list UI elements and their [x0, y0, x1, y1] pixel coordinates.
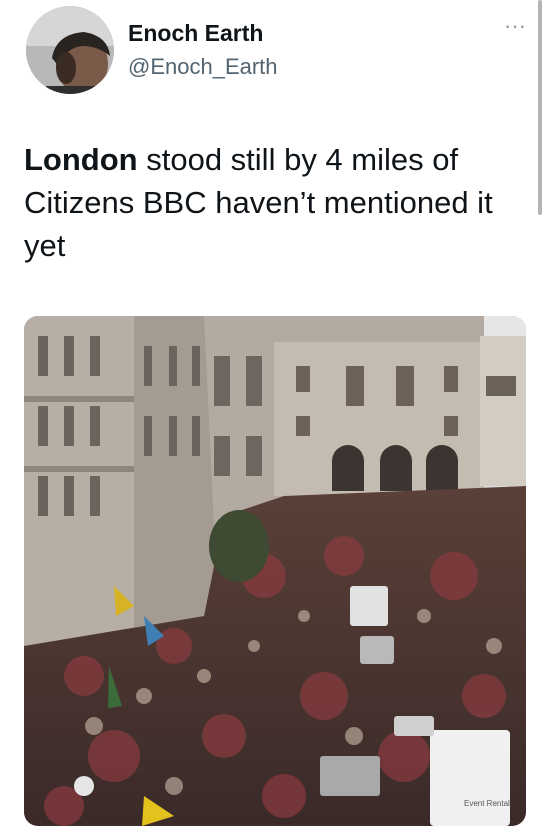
author-display-name[interactable]: Enoch Earth [128, 20, 263, 47]
tweet-text: London stood still by 4 miles of Citizen… [24, 138, 534, 267]
crowd-photo: Event Rental [24, 316, 526, 826]
tweet-bold-word: London [24, 142, 138, 177]
author-handle[interactable]: @Enoch_Earth [128, 54, 278, 80]
more-options-icon[interactable]: ··· [500, 15, 530, 38]
tweet-media-photo[interactable]: Event Rental [24, 316, 526, 826]
avatar-image [26, 6, 114, 94]
author-avatar[interactable] [26, 6, 114, 94]
scrollbar[interactable] [538, 0, 542, 215]
van-sign: Event Rental [464, 799, 510, 808]
